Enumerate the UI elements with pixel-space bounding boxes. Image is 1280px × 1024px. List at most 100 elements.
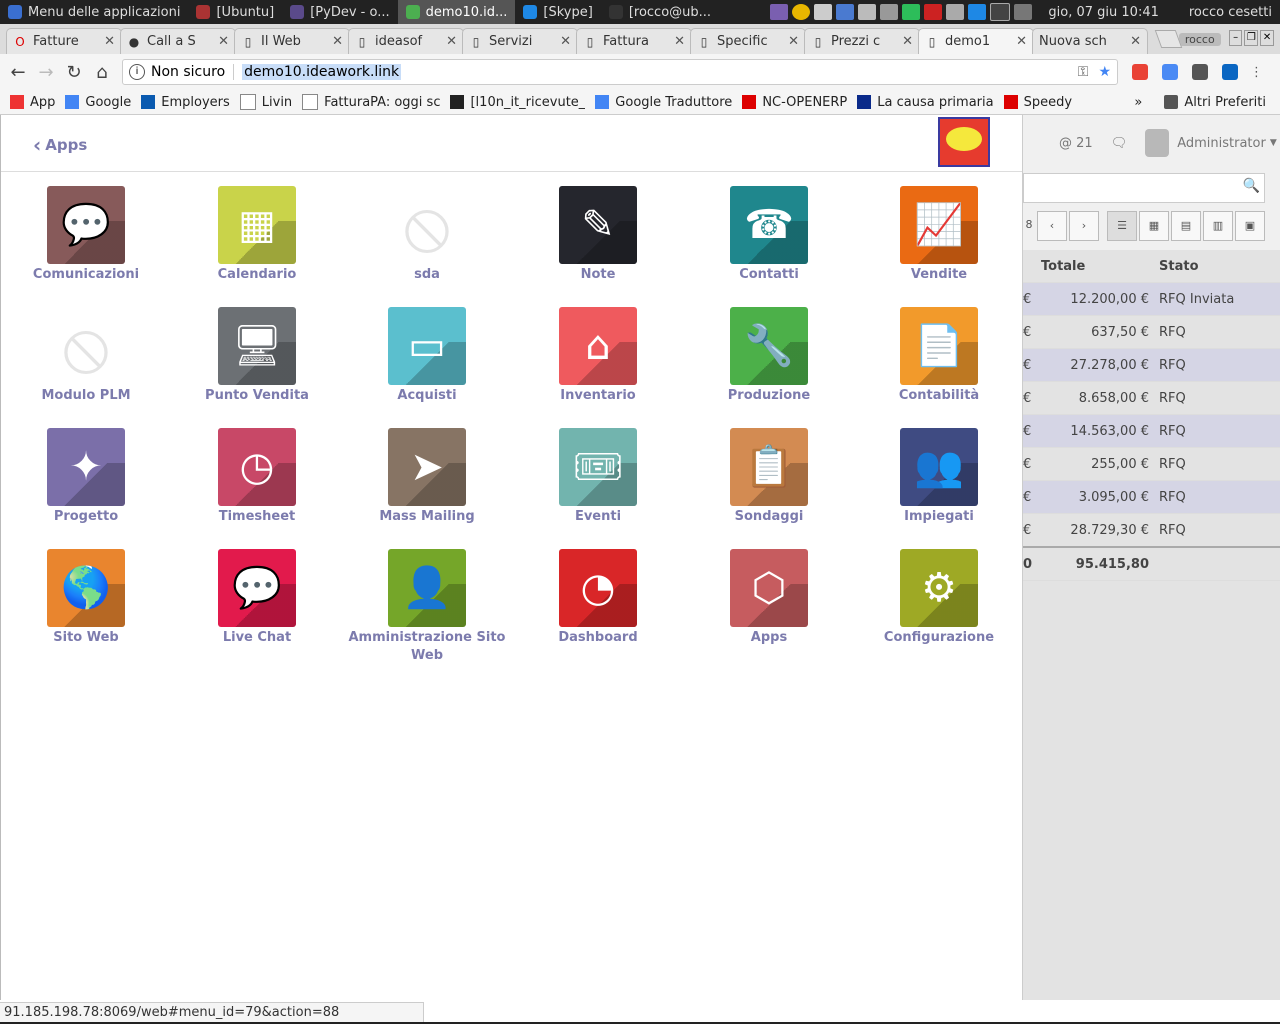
- minimize-button[interactable]: –: [1228, 30, 1243, 46]
- browser-tab[interactable]: ▯ ideasof ✕: [348, 28, 464, 54]
- close-window-button[interactable]: ✕: [1260, 30, 1274, 46]
- browser-tab[interactable]: ▯ Servizi ✕: [462, 28, 578, 54]
- app-tile-apps[interactable]: ⬡ Apps: [684, 549, 854, 647]
- app-tile-progetto[interactable]: ✦ Progetto: [1, 428, 171, 526]
- avatar[interactable]: [1145, 129, 1170, 157]
- tray-icon[interactable]: [836, 4, 855, 20]
- taskbar-item[interactable]: [Skype]: [515, 0, 600, 24]
- mentions-count[interactable]: @ 21: [1059, 136, 1093, 151]
- url-text[interactable]: demo10.ideawork.link: [242, 64, 402, 80]
- app-tile-punto-vendita[interactable]: 🖥 Punto Vendita: [172, 307, 342, 405]
- close-tab-icon[interactable]: ✕: [788, 34, 799, 49]
- app-tile-acquisti[interactable]: ▭ Acquisti: [342, 307, 512, 405]
- app-tile-live-chat[interactable]: 💬 Live Chat: [172, 549, 342, 647]
- app-tile-sda[interactable]: ⦸ sda: [342, 186, 512, 284]
- new-tab-button[interactable]: [1154, 30, 1183, 48]
- search-input[interactable]: 🔍: [1023, 173, 1265, 203]
- extension-icon[interactable]: [1162, 64, 1178, 80]
- column-header-totale[interactable]: Totale: [1041, 250, 1159, 283]
- taskbar-item[interactable]: [rocco@ub...: [601, 0, 719, 24]
- close-tab-icon[interactable]: ✕: [902, 34, 913, 49]
- session-user[interactable]: rocco cesetti: [1189, 5, 1272, 20]
- browser-tab[interactable]: O Fatture ✕: [6, 28, 122, 54]
- close-tab-icon[interactable]: ✕: [560, 34, 571, 49]
- tray-icon[interactable]: [770, 4, 789, 20]
- clock[interactable]: gio, 07 giu 10:41: [1048, 5, 1158, 20]
- extension-plus-icon[interactable]: [1132, 64, 1148, 80]
- table-row[interactable]: €27.278,00 € RFQ: [1023, 348, 1280, 382]
- linkedin-icon[interactable]: [1222, 64, 1238, 80]
- app-tile-timesheet[interactable]: ◷ Timesheet: [172, 428, 342, 526]
- prev-page-button[interactable]: ‹: [1037, 211, 1067, 241]
- close-tab-icon[interactable]: ✕: [218, 34, 229, 49]
- app-tile-amministrazione-sito-web[interactable]: 👤 Amministrazione Sito Web: [342, 549, 512, 665]
- app-tile-mass-mailing[interactable]: ➤ Mass Mailing: [342, 428, 512, 526]
- calculator-icon[interactable]: [858, 4, 877, 20]
- tray-icon[interactable]: [880, 4, 899, 20]
- search-icon[interactable]: 🔍: [1243, 178, 1260, 194]
- battery-icon[interactable]: [1014, 4, 1033, 20]
- bookmark-employers[interactable]: Employers: [141, 95, 230, 110]
- skype-icon[interactable]: [968, 4, 987, 20]
- home-icon[interactable]: ⌂: [88, 62, 116, 83]
- bookmark-l10n-it-ricevute[interactable]: [l10n_it_ricevute_: [450, 95, 585, 110]
- gmail-extension-icon[interactable]: [1192, 64, 1208, 80]
- table-row[interactable]: €14.563,00 € RFQ: [1023, 414, 1280, 448]
- app-tile-contatti[interactable]: ☎ Contatti: [684, 186, 854, 284]
- back-icon[interactable]: ←: [4, 62, 32, 83]
- browser-tab[interactable]: Nuova sch ✕: [1032, 28, 1148, 54]
- next-page-button[interactable]: ›: [1069, 211, 1099, 241]
- list-view-button[interactable]: ☰: [1107, 211, 1137, 241]
- bookmark-star-icon[interactable]: ★: [1098, 64, 1111, 80]
- chrome-icon[interactable]: [792, 4, 811, 20]
- table-view-button[interactable]: ▤: [1171, 211, 1201, 241]
- profile-badge[interactable]: rocco: [1178, 33, 1221, 46]
- table-row[interactable]: €28.729,30 € RFQ: [1023, 513, 1280, 548]
- menu-icon[interactable]: ⋮: [1250, 65, 1263, 80]
- taskbar-item[interactable]: Menu delle applicazioni: [0, 0, 188, 24]
- close-tab-icon[interactable]: ✕: [1130, 34, 1141, 49]
- browser-tab[interactable]: ▯ Prezzi c ✕: [804, 28, 920, 54]
- app-tile-vendite[interactable]: 📈 Vendite: [854, 186, 1024, 284]
- browser-tab[interactable]: ▯ demo1 ✕: [918, 28, 1034, 54]
- app-tile-contabilita[interactable]: 📄 Contabilità: [854, 307, 1024, 405]
- app-tile-note[interactable]: ✎ Note: [513, 186, 683, 284]
- bookmark-speedy[interactable]: Speedy: [1003, 95, 1072, 110]
- bookmark-app[interactable]: App: [10, 95, 55, 110]
- close-tab-icon[interactable]: ✕: [674, 34, 685, 49]
- browser-tab[interactable]: ▯ Fattura ✕: [576, 28, 692, 54]
- bookmark-livin[interactable]: Livin: [239, 94, 292, 110]
- browser-tab[interactable]: ● Call a S ✕: [120, 28, 236, 54]
- app-tile-dashboard[interactable]: ◔ Dashboard: [513, 549, 683, 647]
- taskbar-item[interactable]: demo10.id...: [397, 0, 516, 24]
- user-menu[interactable]: Administrator: [1177, 136, 1266, 151]
- close-tab-icon[interactable]: ✕: [332, 34, 343, 49]
- calendar-view-button[interactable]: ▣: [1235, 211, 1265, 241]
- app-tile-modulo-plm[interactable]: ⦸ Modulo PLM: [1, 307, 171, 405]
- app-tile-comunicazioni[interactable]: 💬 Comunicazioni: [1, 186, 171, 284]
- table-row[interactable]: €3.095,00 € RFQ: [1023, 480, 1280, 514]
- table-row[interactable]: €637,50 € RFQ: [1023, 315, 1280, 349]
- browser-tab[interactable]: ▯ Specific ✕: [690, 28, 806, 54]
- chat-icon[interactable]: 🗨: [1111, 136, 1128, 151]
- app-tile-eventi[interactable]: 🎟 Eventi: [513, 428, 683, 526]
- key-icon[interactable]: ⚿: [1078, 64, 1089, 80]
- taskbar-item[interactable]: [Ubuntu]: [188, 0, 282, 24]
- monitor-icon[interactable]: [990, 3, 1011, 21]
- table-row[interactable]: €12.200,00 € RFQ Inviata: [1023, 282, 1280, 316]
- forward-icon[interactable]: →: [32, 62, 60, 83]
- tray-icon[interactable]: [814, 4, 833, 20]
- keyboard-icon[interactable]: [946, 4, 965, 20]
- app-tile-inventario[interactable]: ⌂ Inventario: [513, 307, 683, 405]
- reload-icon[interactable]: ↻: [60, 62, 88, 83]
- other-bookmarks-folder[interactable]: Altri Preferiti: [1164, 95, 1266, 110]
- close-tab-icon[interactable]: ✕: [104, 34, 115, 49]
- back-to-apps-link[interactable]: ‹ Apps: [33, 133, 87, 157]
- kanban-view-button[interactable]: ▦: [1139, 211, 1169, 241]
- app-tile-configurazione[interactable]: ⚙ Configurazione: [854, 549, 1024, 647]
- bookmark-google-traduttore[interactable]: Google Traduttore: [595, 95, 732, 110]
- more-bookmarks-button[interactable]: »: [1134, 95, 1142, 110]
- app-tile-impiegati[interactable]: 👥 Impiegati: [854, 428, 1024, 526]
- pycharm-icon[interactable]: [902, 4, 921, 20]
- app-tile-produzione[interactable]: 🔧 Produzione: [684, 307, 854, 405]
